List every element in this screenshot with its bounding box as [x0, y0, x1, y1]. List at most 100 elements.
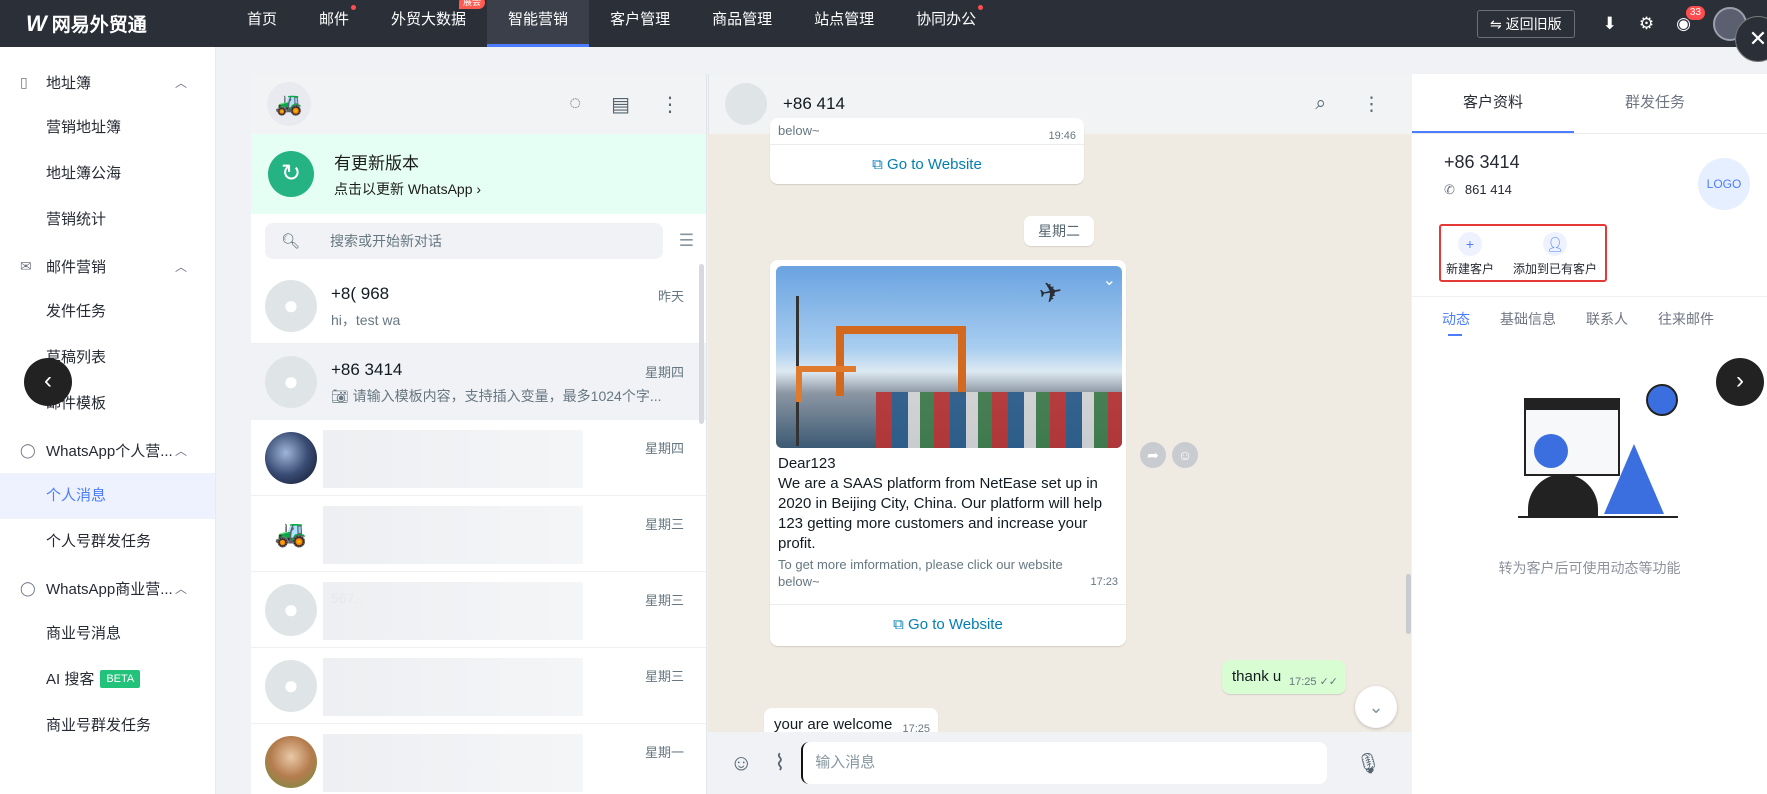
message-composer: ☺ ⌇ 输入消息 🎙︎	[708, 732, 1411, 794]
list-item[interactable]: 星期一	[251, 724, 706, 794]
plus-icon: +	[1458, 232, 1482, 256]
emoji-icon[interactable]: ☺	[730, 750, 752, 776]
list-item[interactable]: 星期四	[251, 420, 706, 496]
whatsapp-icon: ◯	[20, 441, 36, 458]
sidebar-group-0[interactable]: ▯ 地址簿 ︿	[0, 59, 215, 105]
menu-icon[interactable]: ⋮	[660, 92, 680, 117]
sidebar-item-2-0[interactable]: 个人消息	[0, 473, 215, 519]
nav-item-5[interactable]: 商品管理	[691, 0, 793, 47]
menu-icon[interactable]: ⋮	[1362, 93, 1381, 116]
new-customer-button[interactable]: + 新建客户	[1445, 226, 1495, 277]
message-input[interactable]: 输入消息	[801, 742, 1328, 784]
gear-icon[interactable]: ⚙	[1639, 14, 1654, 34]
mic-icon[interactable]: 🎙︎	[1356, 751, 1381, 776]
nav-item-0[interactable]: 首页	[226, 0, 298, 47]
sidebar-item-3-1[interactable]: AI 搜客 BETA	[0, 657, 215, 703]
refresh-icon: ↻	[268, 151, 314, 197]
user-icon: ●	[283, 594, 299, 624]
nav-item-2[interactable]: 外贸大数据 展会	[370, 0, 487, 47]
tab-customer-info[interactable]: 客户资料	[1412, 74, 1574, 133]
contact-name[interactable]: +86 414	[783, 94, 845, 114]
filter-icon[interactable]: ☰	[679, 231, 694, 251]
chevron-up-icon: ︿	[174, 581, 187, 596]
forklift-icon: 🚜	[275, 91, 303, 116]
status-icon[interactable]: ◌	[569, 92, 581, 117]
card-title: Dear123	[778, 455, 836, 472]
message-text: thank u	[1232, 668, 1282, 685]
redacted-block	[323, 734, 583, 792]
list-item[interactable]: ● +86 3414 📷︎ 请输入模板内容，支持插入变量，最多1024个字... 星期…	[251, 344, 706, 420]
nav-item-3[interactable]: 智能营销	[487, 0, 590, 47]
message-card-top: below~ 19:46 ⧉ Go to Website	[770, 118, 1084, 184]
card-body: We are a SAAS platform from NetEase set …	[778, 475, 1103, 552]
go-to-website-button[interactable]: ⧉ Go to Website	[770, 144, 1084, 184]
next-arrow-icon[interactable]: ›	[1716, 358, 1764, 406]
new-chat-icon[interactable]: ▤	[611, 92, 630, 117]
notification-icon[interactable]: ◉ 33	[1676, 5, 1705, 34]
tab-bulk-task[interactable]: 群发任务	[1574, 74, 1736, 133]
attach-icon[interactable]: ⌇	[774, 750, 785, 776]
main-nav: 首页 邮件 外贸大数据 展会 智能营销 客户管理 商品管理 站点管理 协同办公	[226, 0, 997, 47]
avatar	[265, 735, 317, 788]
chevron-up-icon: ︿	[174, 75, 187, 90]
add-user-icon: 👤︎	[1543, 232, 1567, 256]
sidebar-item-1-0[interactable]: 发件任务	[0, 289, 215, 335]
detail-tab-1[interactable]: 基础信息	[1500, 297, 1556, 342]
date-separator: 星期二	[1024, 216, 1094, 246]
sidebar-item-3-0[interactable]: 商业号消息	[0, 611, 215, 657]
avatar: ●	[265, 659, 317, 712]
message-image[interactable]: ✈ ⌄	[776, 266, 1122, 448]
sidebar-group-2[interactable]: ◯ WhatsApp个人营... ︿	[0, 427, 215, 473]
contact-name: +8( 968	[331, 283, 390, 303]
notification-badge: 33	[1685, 5, 1705, 20]
sidebar-group-3[interactable]: ◯ WhatsApp商业营... ︿	[0, 565, 215, 611]
scrollbar[interactable]	[1406, 574, 1411, 634]
go-to-website-button[interactable]: ⧉ Go to Website	[770, 604, 1126, 644]
avatar[interactable]: 🚜	[267, 82, 311, 126]
list-item[interactable]: ● 星期三	[251, 648, 706, 724]
list-item[interactable]: ●567...星期三	[251, 572, 706, 648]
sidebar-item-2-1[interactable]: 个人号群发任务	[0, 519, 215, 565]
detail-tab-2[interactable]: 联系人	[1586, 297, 1628, 342]
sidebar-item-0-0[interactable]: 营销地址簿	[0, 105, 215, 151]
download-icon[interactable]: ⬇	[1603, 14, 1617, 34]
sidebar-item-3-2[interactable]: 商业号群发任务	[0, 703, 215, 749]
chat-window: +86 414 ⌕ ⋮ below~ 19:46 ⧉ Go to Website…	[708, 74, 1411, 794]
close-icon[interactable]: ✕	[1735, 16, 1767, 62]
forward-icon[interactable]: ➦	[1140, 442, 1166, 468]
scroll-down-button[interactable]: ⌄	[1355, 686, 1397, 728]
nav-item-6[interactable]: 站点管理	[793, 0, 895, 47]
nav-item-4[interactable]: 客户管理	[589, 0, 691, 47]
update-banner[interactable]: ↻ 有更新版本 点击以更新 WhatsApp ›	[251, 134, 706, 214]
emoji-react-icon[interactable]: ☺	[1172, 442, 1198, 468]
sidebar-group-1[interactable]: ✉ 邮件营销 ︿	[0, 243, 215, 289]
customer-logo: LOGO	[1698, 158, 1750, 210]
list-item[interactable]: ● +8( 968 hi，test wa 昨天	[251, 268, 706, 344]
nav-item-7[interactable]: 协同办公	[895, 0, 997, 47]
message-time: 星期一	[644, 744, 684, 760]
message-time: 19:46	[1048, 130, 1076, 142]
outgoing-message: thank u 17:25 ✓✓	[1222, 660, 1346, 694]
update-link[interactable]: 点击以更新 WhatsApp ›	[334, 179, 481, 199]
nav-item-1[interactable]: 邮件	[298, 0, 370, 47]
beta-badge: BETA	[100, 670, 141, 688]
prev-arrow-icon[interactable]: ‹	[24, 358, 72, 406]
list-item[interactable]: 🚜 星期三	[251, 496, 706, 572]
brand[interactable]: W 网易外贸通	[26, 10, 226, 37]
chevron-down-icon[interactable]: ⌄	[1103, 270, 1116, 290]
contact-avatar[interactable]	[725, 83, 767, 125]
search-icon[interactable]: ⌕	[1315, 93, 1326, 116]
avatar: ●	[265, 279, 317, 332]
top-right-tools: ⇋ 返回旧版 ⬇ ⚙ ◉ 33	[1477, 0, 1767, 47]
detail-tab-0[interactable]: 动态	[1442, 297, 1470, 342]
add-to-existing-customer-button[interactable]: 👤︎ 添加到已有客户	[1507, 226, 1603, 277]
detail-tab-3[interactable]: 往来邮件	[1658, 297, 1714, 342]
update-title: 有更新版本	[334, 154, 419, 173]
message-time: 昨天	[657, 288, 684, 304]
scrollbar[interactable]	[699, 264, 704, 424]
old-version-button[interactable]: ⇋ 返回旧版	[1477, 9, 1575, 38]
sidebar-item-0-1[interactable]: 地址簿公海	[0, 151, 215, 197]
sidebar-item-0-2[interactable]: 营销统计	[0, 197, 215, 243]
message-time: 星期四	[644, 440, 684, 456]
search-input[interactable]: 🔍︎ 搜索或开始新对话	[265, 223, 663, 259]
